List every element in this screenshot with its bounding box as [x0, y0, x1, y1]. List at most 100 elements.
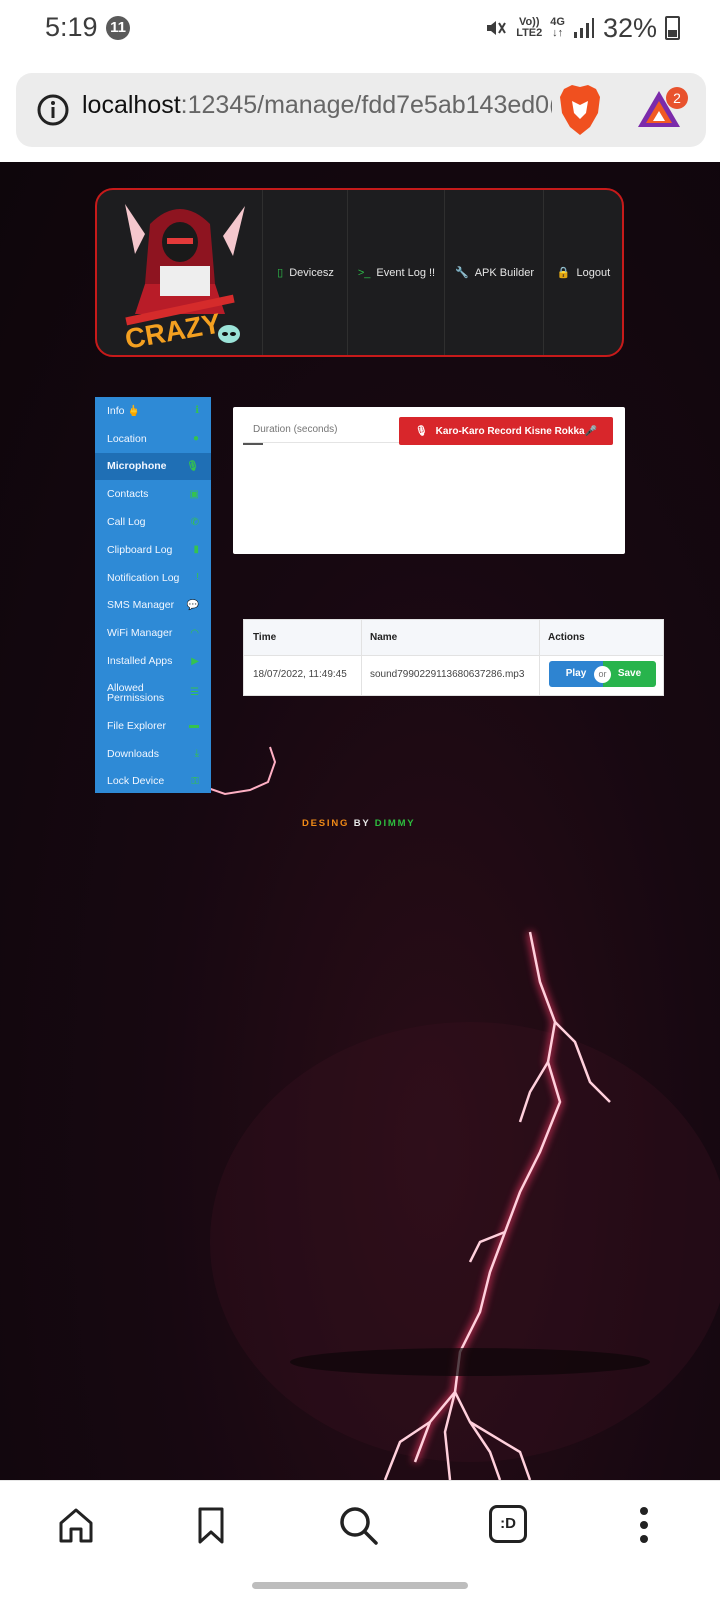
credit-part-2: BY [353, 818, 371, 829]
home-icon[interactable] [56, 1505, 96, 1545]
more-menu-icon[interactable] [634, 1505, 654, 1545]
lock-icon: 🔒 [556, 267, 571, 279]
microphone-icon: 🎙 [414, 425, 428, 437]
sidebar-item-info[interactable]: Info 🖕 ℹ [95, 397, 211, 425]
nav-logout-label: Logout [576, 266, 611, 279]
nav-apk-builder-label: APK Builder [474, 266, 534, 279]
app-header: CRAZY ▯ Devicesz >_ Event Log !! 🔧 APK B… [95, 188, 624, 357]
sidebar-item-clipboard-log[interactable]: Clipboard Log ▮ [95, 536, 211, 564]
sidebar-item-installed-apps[interactable]: Installed Apps ▶ [95, 647, 211, 675]
sidebar-item-label: Call Log [107, 516, 146, 529]
sidebar-item-label: Lock Device [107, 775, 165, 788]
sidebar-item-downloads[interactable]: Downloads ⤓ [95, 740, 211, 768]
download-icon: ⤓ [194, 748, 199, 760]
rewards-badge: 2 [666, 87, 688, 109]
sidebar-item-label: Clipboard Log [107, 543, 173, 556]
terminal-icon: >_ [357, 266, 371, 279]
sidebar-menu: Info 🖕 ℹ Location ● Microphone 🎙 Contacts ▣ … [95, 397, 211, 793]
address-book-icon: ▣ [189, 488, 199, 500]
url-path: :12345/manage/fdd7e5ab143ed0( [180, 91, 552, 119]
sidebar-item-label: Installed Apps [107, 655, 173, 668]
brave-shields-icon[interactable] [556, 83, 604, 137]
sidebar-item-label: SMS Manager [107, 599, 175, 612]
sidebar-item-call-log[interactable]: Call Log ✆ [95, 508, 211, 536]
crazy-rat-logo: CRAZY [123, 204, 245, 354]
sidebar-item-label: Location [107, 432, 147, 445]
tabs-button-label: :D [500, 1515, 516, 1532]
sidebar-item-label: Allowed Permissions [107, 683, 165, 705]
recording-time: 18/07/2022, 11:49:45 [253, 669, 347, 680]
mobile-icon: ▯ [277, 267, 284, 279]
mute-icon [487, 21, 507, 35]
chat-icon: 💬 [186, 599, 199, 611]
key-icon: ⚿ [191, 775, 199, 787]
logo-text: CRAZY [123, 307, 224, 354]
sidebar-item-label: Downloads [107, 747, 159, 760]
nav-logout[interactable]: 🔒 Logout [543, 190, 622, 355]
nav-devices[interactable]: ▯ Devicesz [262, 190, 348, 355]
sidebar-item-contacts[interactable]: Contacts ▣ [95, 480, 211, 508]
site-info-icon[interactable] [36, 93, 70, 127]
play-icon: ▶ [191, 655, 199, 667]
status-bar: 5:19 11 Vo)) LTE2 4G ↓↑ 32% [0, 0, 720, 60]
record-button-label: Karo-Karo Record Kisne Rokka🎤 [435, 425, 598, 437]
exclamation-icon: ! [196, 572, 199, 584]
sidebar-item-location[interactable]: Location ● [95, 425, 211, 453]
sidebar-item-microphone[interactable]: Microphone 🎙 [95, 452, 211, 481]
column-header-actions: Actions [539, 620, 663, 655]
nav-event-log-label: Event Log !! [376, 266, 436, 279]
column-header-time: Time [244, 620, 361, 655]
nav-event-log[interactable]: >_ Event Log !! [347, 190, 445, 355]
sidebar-item-label-line2: Permissions [107, 692, 165, 705]
sidebar-item-lock-device[interactable]: Lock Device ⚿ [95, 768, 211, 796]
bookmark-icon[interactable] [191, 1505, 231, 1545]
sidebar-item-wifi-manager[interactable]: WiFi Manager ◠ [95, 619, 211, 647]
sidebar-item-label: Notification Log [107, 571, 180, 584]
column-header-name: Name [361, 620, 539, 655]
info-icon: ℹ [195, 405, 199, 417]
page-content: CRAZY ▯ Devicesz >_ Event Log !! 🔧 APK B… [0, 162, 720, 1480]
or-separator: or [594, 666, 611, 683]
map-pin-icon: ● [192, 433, 199, 445]
battery-icon [665, 16, 680, 40]
phone-icon: ✆ [190, 516, 199, 528]
record-button[interactable]: 🎙 Karo-Karo Record Kisne Rokka🎤 [399, 417, 613, 445]
sidebar-item-allowed-permissions[interactable]: Allowed Permissions ☰ [95, 675, 211, 712]
sidebar-item-label: Info 🖕 [107, 405, 141, 418]
data-arrows-icon: ↓↑ [552, 27, 564, 39]
notification-count-badge: 11 [106, 16, 130, 40]
recordings-table: Time Name Actions 18/07/2022, 11:49:45 s… [243, 619, 664, 696]
sidebar-item-sms-manager[interactable]: SMS Manager 💬 [95, 592, 211, 620]
input-focus-underline [243, 443, 263, 445]
sidebar-item-label: WiFi Manager [107, 627, 173, 640]
battery-percent: 32% [602, 12, 657, 43]
status-time: 5:19 [45, 12, 98, 42]
duration-input[interactable] [243, 417, 399, 443]
home-gesture-bar[interactable] [252, 1582, 468, 1589]
url-text[interactable]: localhost:12345/manage/fdd7e5ab143ed0( [82, 91, 552, 120]
designer-credit: DESING BY DIMMY [302, 818, 415, 829]
sidebar-item-file-explorer[interactable]: File Explorer ▬ [95, 712, 211, 740]
clipboard-icon: ▮ [193, 544, 199, 556]
search-icon[interactable] [338, 1505, 380, 1547]
data-indicator: 4G ↓↑ [550, 17, 565, 39]
address-bar[interactable]: localhost:12345/manage/fdd7e5ab143ed0( 2 [16, 73, 706, 147]
nav-devices-label: Devicesz [289, 266, 334, 279]
signal-icon [573, 18, 594, 38]
status-indicators: Vo)) LTE2 4G ↓↑ 32% [484, 12, 680, 44]
sidebar-item-notification-log[interactable]: Notification Log! [95, 564, 211, 592]
credit-part-3: DIMMY [374, 818, 416, 829]
credit-part-1: DESING [302, 818, 350, 829]
wifi-icon: ◠ [190, 627, 199, 639]
network-type: Vo)) LTE2 [516, 17, 542, 39]
nav-apk-builder[interactable]: 🔧 APK Builder [444, 190, 544, 355]
table-divider [539, 620, 540, 695]
folder-icon: ▬ [189, 720, 199, 732]
lte-label: LTE2 [516, 27, 543, 39]
microphone-panel: 🎙 Karo-Karo Record Kisne Rokka🎤 [233, 407, 625, 554]
list-icon: ☰ [190, 687, 199, 699]
sidebar-item-label: File Explorer [107, 719, 166, 732]
url-host: localhost [82, 91, 181, 119]
microphone-icon: 🎙 [186, 460, 199, 472]
tabs-button[interactable]: :D [489, 1505, 527, 1543]
